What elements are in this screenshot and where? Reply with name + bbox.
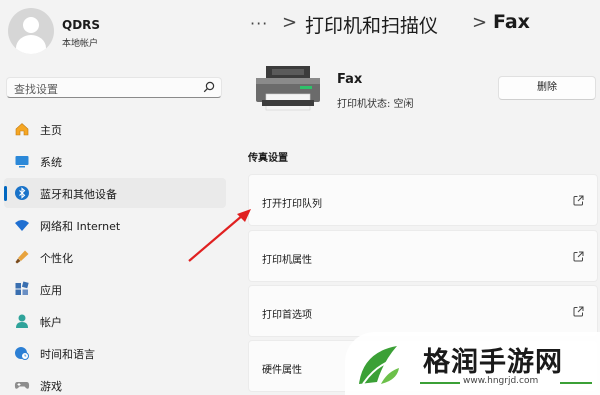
active-indicator bbox=[4, 186, 7, 201]
breadcrumb-more-button[interactable]: ··· bbox=[250, 14, 268, 33]
sidebar-item-system[interactable]: 系统 bbox=[4, 146, 226, 176]
sidebar-item-label: 应用 bbox=[40, 284, 62, 297]
user-account-type: 本地帐户 bbox=[62, 39, 99, 49]
site-logo bbox=[359, 346, 399, 385]
sidebar-item-apps[interactable]: 应用 bbox=[4, 274, 226, 304]
sidebar-item-label: 蓝牙和其他设备 bbox=[40, 188, 117, 201]
person-icon bbox=[16, 314, 28, 328]
breadcrumb-printers-scanners[interactable]: 打印机和扫描仪 bbox=[305, 11, 438, 38]
display-icon bbox=[15, 156, 29, 168]
sidebar-item-accounts[interactable]: 帐户 bbox=[4, 306, 226, 336]
globe-clock-icon bbox=[15, 347, 29, 360]
device-name: Fax bbox=[337, 72, 363, 87]
search-placeholder: 查找设置 bbox=[14, 83, 58, 96]
brush-icon bbox=[15, 250, 29, 264]
sidebar-item-gaming[interactable]: 游戏 bbox=[4, 370, 226, 395]
annotation-arrow bbox=[188, 209, 251, 262]
card-label: 硬件属性 bbox=[262, 365, 302, 376]
page-title: Fax bbox=[493, 11, 530, 33]
watermark-rule bbox=[420, 382, 460, 384]
breadcrumb-separator: > bbox=[282, 12, 298, 33]
avatar[interactable] bbox=[8, 8, 54, 54]
printer-properties-card[interactable]: 打印机属性 bbox=[248, 230, 598, 282]
sidebar-item-label: 主页 bbox=[40, 124, 62, 137]
sidebar-item-label: 帐户 bbox=[40, 316, 62, 329]
gamepad-icon bbox=[14, 382, 30, 389]
user-profile[interactable]: QDRS 本地帐户 bbox=[8, 8, 228, 56]
open-print-queue-card[interactable]: 打开打印队列 bbox=[248, 174, 598, 226]
sidebar: QDRS 本地帐户 查找设置 主页 系统 蓝牙和其他设备 网络和 Interne… bbox=[0, 0, 232, 395]
printer-icon bbox=[256, 66, 320, 111]
wifi-icon bbox=[15, 220, 29, 231]
card-label: 打印首选项 bbox=[262, 310, 312, 321]
apps-icon bbox=[15, 281, 29, 295]
breadcrumb-separator: > bbox=[472, 12, 488, 33]
printing-preferences-card[interactable]: 打印首选项 bbox=[248, 285, 598, 337]
home-icon bbox=[15, 123, 29, 136]
sidebar-item-time-language[interactable]: 时间和语言 bbox=[4, 338, 226, 368]
user-name: QDRS bbox=[62, 18, 101, 32]
device-status: 打印机状态: 空闲 bbox=[337, 99, 414, 110]
sidebar-item-bluetooth-devices[interactable]: 蓝牙和其他设备 bbox=[4, 178, 226, 208]
sidebar-item-label: 系统 bbox=[40, 156, 62, 169]
watermark-url: www.hngrjd.com bbox=[463, 376, 539, 386]
sidebar-item-home[interactable]: 主页 bbox=[4, 114, 226, 144]
bluetooth-icon bbox=[15, 186, 29, 200]
search-input[interactable]: 查找设置 bbox=[6, 77, 222, 98]
sidebar-item-label: 时间和语言 bbox=[40, 348, 95, 361]
search-icon[interactable] bbox=[203, 81, 215, 93]
sidebar-item-label: 个性化 bbox=[40, 252, 73, 265]
card-label: 打印机属性 bbox=[262, 255, 312, 266]
section-title: 传真设置 bbox=[248, 153, 288, 164]
sidebar-item-label: 网络和 Internet bbox=[40, 220, 121, 233]
watermark-badge: 格润手游网 www.hngrjd.com bbox=[345, 332, 600, 395]
sidebar-item-label: 游戏 bbox=[40, 380, 62, 393]
external-link-icon bbox=[573, 251, 584, 262]
external-link-icon bbox=[573, 195, 584, 206]
watermark-rule bbox=[560, 382, 592, 384]
watermark-title: 格润手游网 bbox=[423, 347, 563, 378]
card-label: 打开打印队列 bbox=[262, 199, 322, 210]
delete-button[interactable]: 删除 bbox=[498, 76, 596, 100]
external-link-icon bbox=[573, 306, 584, 317]
